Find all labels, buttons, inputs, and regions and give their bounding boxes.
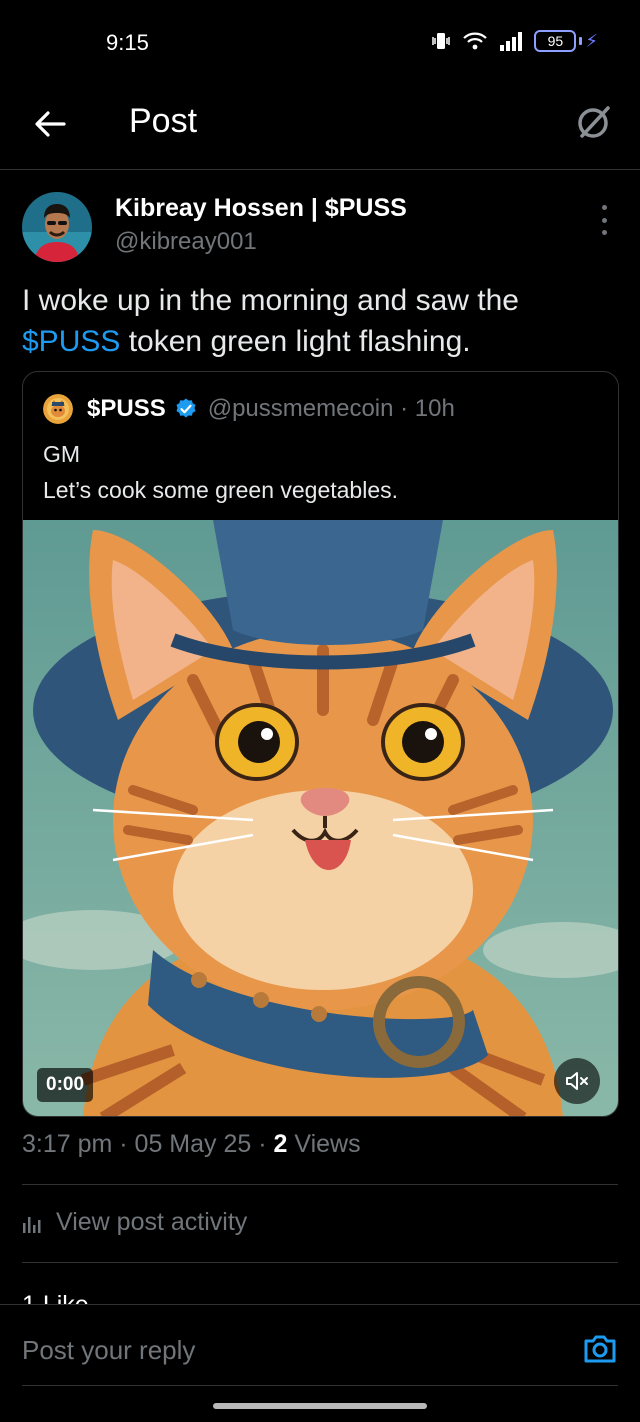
camera-icon[interactable] — [582, 1331, 618, 1367]
more-dot — [601, 230, 607, 235]
post-text-end: token green light flashing. — [120, 325, 471, 358]
vibrate-icon — [432, 33, 451, 49]
page-title: Post — [129, 102, 198, 140]
author-name[interactable]: Kibreay Hossen | $PUSS — [115, 194, 407, 223]
status-icons: 95 ⚡ — [430, 30, 598, 52]
divider — [22, 1184, 618, 1185]
quoted-post-text: GM Let’s cook some green vegetables. — [43, 436, 398, 508]
cat-illustration — [23, 520, 618, 1116]
wifi-icon — [463, 32, 488, 50]
home-indicator[interactable] — [213, 1403, 427, 1409]
top-header: Post — [0, 88, 640, 170]
more-dot — [601, 217, 607, 223]
analytics-icon — [23, 1216, 41, 1233]
grok-icon — [578, 106, 610, 138]
view-post-activity-link[interactable]: View post activity — [22, 1208, 247, 1237]
post-metadata: 3:17 pm · 05 May 25 · 2 Views — [22, 1130, 361, 1159]
likes-count[interactable]: 1 Like — [22, 1290, 89, 1304]
reply-bar: Post your reply — [0, 1304, 640, 1422]
author-handle[interactable]: @kibreay001 — [115, 228, 257, 256]
status-bar: 9:15 95 ⚡ — [0, 0, 640, 88]
quoted-post-header: $PUSS @pussmemecoin · 10h — [43, 394, 455, 424]
quoted-author-handle: @pussmemecoin · 10h — [207, 395, 455, 422]
more-dot — [601, 205, 607, 210]
battery-level: 95 — [534, 30, 577, 52]
views-label: Views — [287, 1130, 361, 1158]
reply-input[interactable]: Post your reply — [22, 1335, 195, 1366]
quoted-author-name: $PUSS — [87, 395, 166, 422]
cashtag-link[interactable]: $PUSS — [22, 325, 120, 358]
post-timestamp: 3:17 pm · 05 May 25 · — [22, 1130, 274, 1158]
divider — [22, 1385, 618, 1386]
post-text: I woke up in the morning and saw the $PU… — [22, 280, 618, 362]
video-timestamp: 0:00 — [37, 1068, 94, 1102]
video-player[interactable]: 0:00 — [23, 520, 618, 1116]
quoted-text-line: Let’s cook some green vegetables. — [43, 477, 399, 503]
verified-badge-icon — [176, 398, 196, 418]
signal-icon — [500, 32, 523, 51]
quoted-text-line: GM — [43, 441, 81, 467]
arrow-left-icon — [35, 111, 66, 137]
post-text-start: I woke up in the morning and saw the — [22, 284, 519, 317]
status-time: 9:15 — [106, 30, 149, 55]
quoted-avatar — [43, 394, 73, 424]
more-options-button[interactable] — [594, 205, 614, 235]
charging-icon: ⚡ — [585, 30, 598, 51]
views-count: 2 — [273, 1130, 288, 1158]
author-avatar[interactable] — [22, 192, 92, 262]
view-post-activity-label: View post activity — [56, 1208, 248, 1236]
back-button[interactable] — [30, 104, 70, 144]
volume-muted-icon — [566, 1072, 588, 1090]
mute-button[interactable] — [554, 1058, 600, 1104]
divider — [22, 1262, 618, 1263]
quoted-post[interactable]: $PUSS @pussmemecoin · 10h GM Let’s cook … — [22, 371, 619, 1117]
battery-indicator: 95 ⚡ — [534, 30, 598, 52]
grok-button[interactable] — [570, 98, 618, 146]
